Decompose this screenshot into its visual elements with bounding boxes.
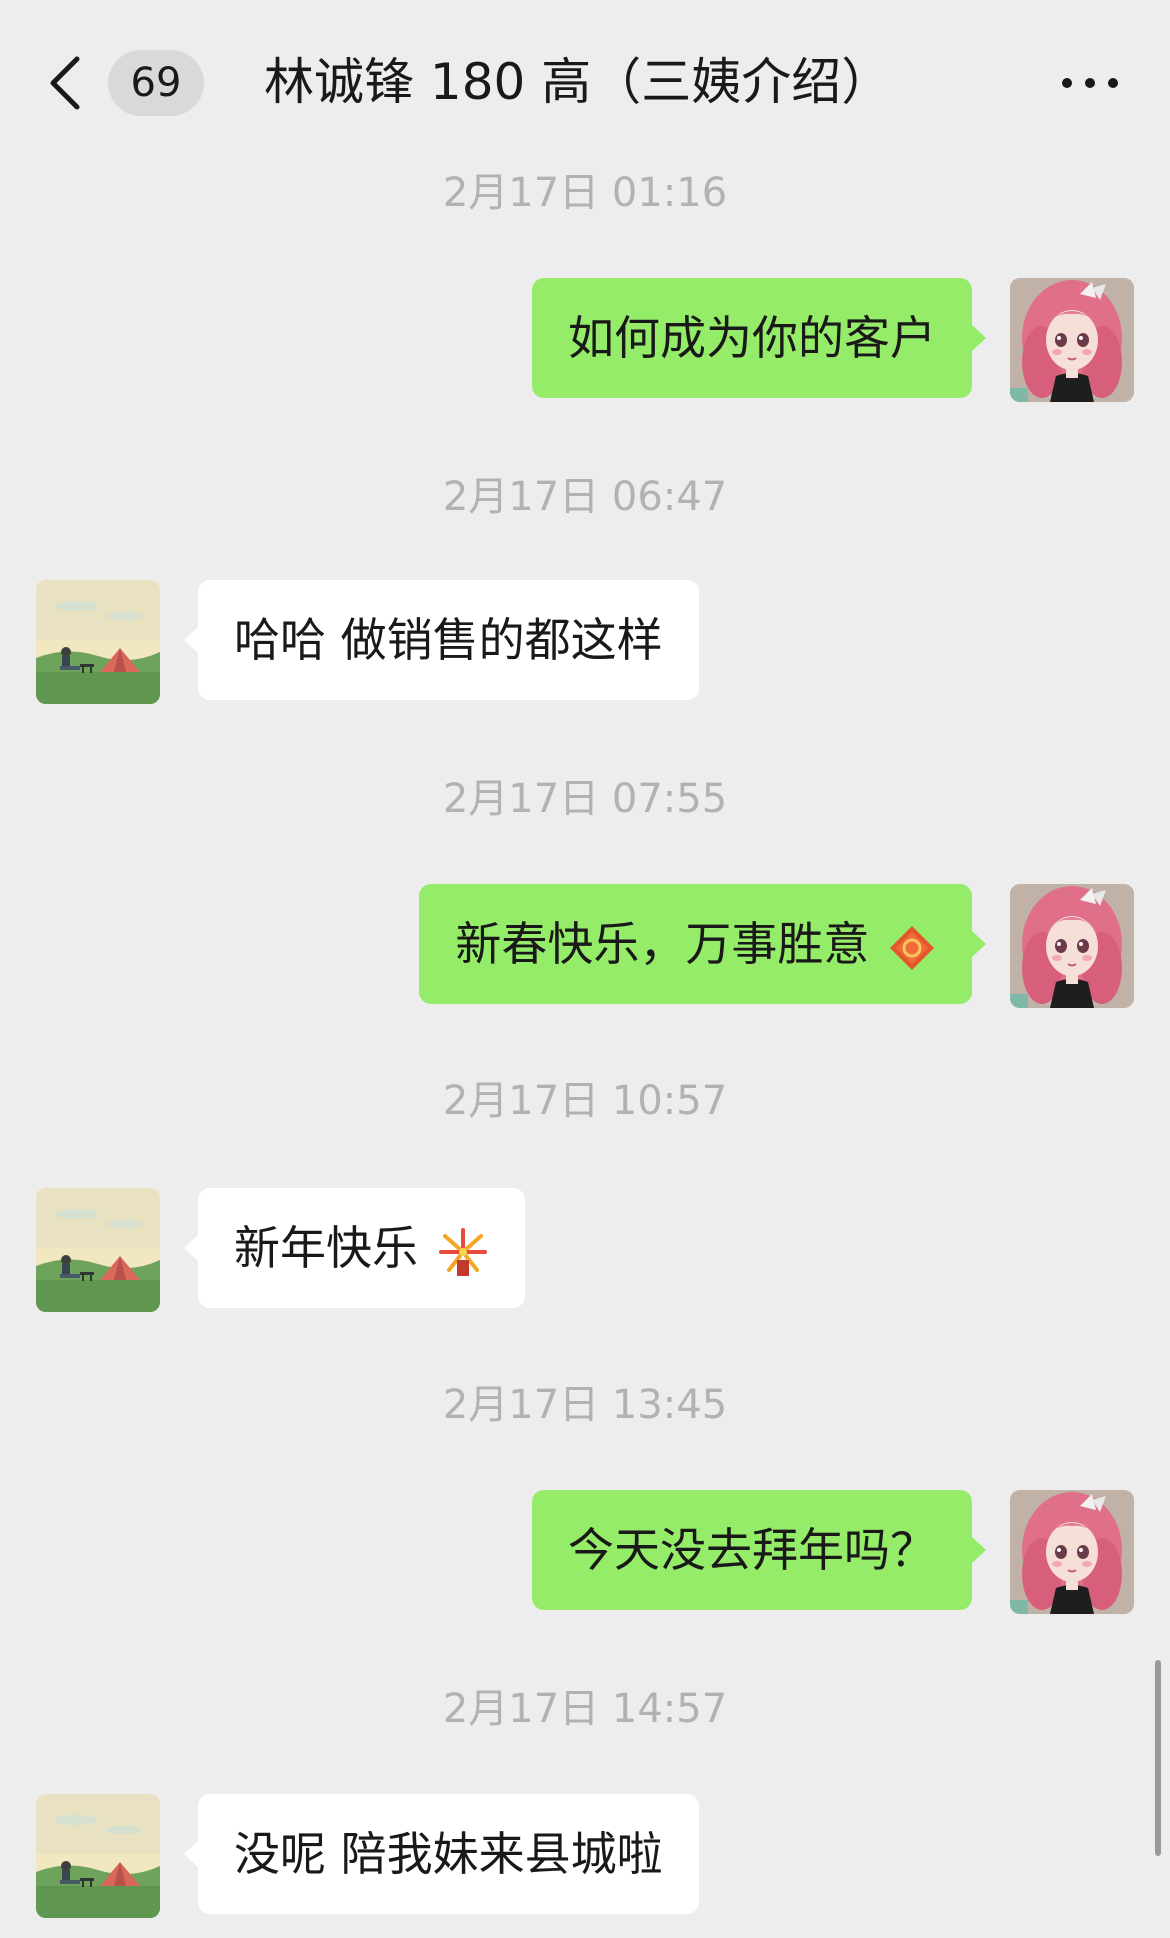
message-timestamp: 2月17日 07:55: [442, 776, 728, 822]
lucky-diamond-emoji: [890, 925, 934, 970]
chevron-left-icon: [50, 56, 80, 110]
contact-avatar[interactable]: [36, 580, 160, 704]
message-timestamp: 2月17日 01:16: [442, 170, 728, 216]
message-timestamp: 2月17日 14:57: [442, 1686, 728, 1732]
message-text: 新春快乐，万事胜意: [455, 917, 870, 971]
more-button[interactable]: [1050, 50, 1130, 116]
back-button[interactable]: [40, 48, 90, 118]
message-timestamp: 2月17日 10:57: [442, 1078, 728, 1124]
fireworks-emoji: [438, 1227, 487, 1276]
my-avatar[interactable]: [1010, 278, 1134, 402]
my-avatar[interactable]: [1010, 884, 1134, 1008]
message-text: 今天没去拜年吗？: [568, 1523, 936, 1577]
received-message-bubble[interactable]: 新年快乐: [184, 1188, 525, 1308]
scrollbar[interactable]: [1155, 1660, 1161, 1856]
more-dots-icon: [1062, 78, 1118, 88]
unread-count-badge[interactable]: 69: [108, 50, 204, 116]
sent-message-bubble[interactable]: 新春快乐，万事胜意: [419, 884, 986, 1004]
message-timestamp: 2月17日 13:45: [442, 1382, 728, 1428]
received-message-bubble[interactable]: 没呢 陪我妹来县城啦: [184, 1794, 699, 1914]
message-timestamp: 2月17日 06:47: [442, 474, 728, 520]
message-text: 哈哈 做销售的都这样: [234, 613, 663, 667]
chat-title: 林诚锋 180 高（三姨介绍）: [264, 53, 892, 111]
contact-avatar[interactable]: [36, 1794, 160, 1918]
message-text: 没呢 陪我妹来县城啦: [234, 1827, 663, 1881]
message-text: 新年快乐: [234, 1221, 418, 1275]
sent-message-bubble[interactable]: 如何成为你的客户: [532, 278, 986, 398]
message-text: 如何成为你的客户: [568, 311, 936, 365]
contact-avatar[interactable]: [36, 1188, 160, 1312]
received-message-bubble[interactable]: 哈哈 做销售的都这样: [184, 580, 699, 700]
sent-message-bubble[interactable]: 今天没去拜年吗？: [532, 1490, 986, 1610]
my-avatar[interactable]: [1010, 1490, 1134, 1614]
chat-header: 69 林诚锋 180 高（三姨介绍）: [0, 0, 1170, 165]
